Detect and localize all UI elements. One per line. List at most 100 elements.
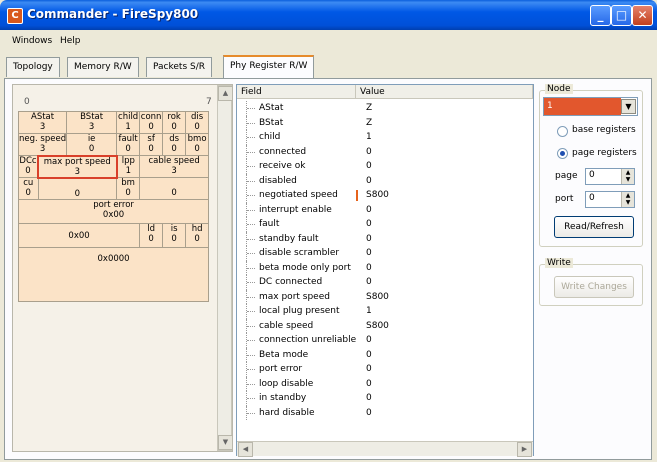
field-value[interactable]: 0 (366, 348, 372, 363)
list-item[interactable]: disabled 0 (237, 173, 533, 189)
field-value[interactable]: 0 (366, 246, 372, 261)
menu-windows[interactable]: Windows (12, 36, 52, 46)
cell-bstat[interactable]: BStat 3 (66, 111, 118, 134)
scroll-down-icon[interactable]: ▼ (218, 435, 233, 450)
field-value[interactable]: 0 (366, 217, 372, 232)
cell-blank1[interactable]: 0 (37, 177, 118, 200)
list-item[interactable]: local plug present 1 (237, 304, 533, 319)
tab-topology[interactable]: Topology (6, 57, 60, 77)
column-header-field[interactable]: Field (237, 85, 356, 99)
list-item[interactable]: cable speed S800 (237, 318, 533, 334)
cell-hd[interactable]: hd 0 (185, 223, 210, 248)
list-item[interactable]: AStat Z (237, 101, 533, 116)
chevron-down-icon[interactable]: ▼ (621, 99, 636, 114)
radio-base-registers[interactable] (557, 126, 568, 137)
node-select-value[interactable]: 1 (544, 98, 621, 115)
field-value[interactable]: Z (366, 116, 372, 131)
cell-max-port-speed[interactable]: max port speed 3 (37, 154, 118, 179)
spinner-arrows-icon[interactable]: ▲ ▼ (621, 169, 634, 184)
list-item[interactable]: in standby 0 (237, 391, 533, 406)
list-item[interactable]: DC connected 0 (237, 275, 533, 290)
tab-memory-rw[interactable]: Memory R/W (67, 57, 139, 77)
field-value[interactable]: 1 (366, 304, 372, 319)
list-item[interactable]: negotiated speed S800 (237, 188, 533, 203)
field-value[interactable]: S800 (366, 188, 389, 203)
list-item[interactable]: child 1 (237, 130, 533, 145)
field-value[interactable]: Z (366, 101, 372, 116)
cell-sf[interactable]: sf 0 (139, 133, 164, 156)
list-item[interactable]: beta mode only port 0 (237, 260, 533, 276)
cell-ld[interactable]: ld 0 (139, 223, 164, 248)
field-value[interactable]: 0 (366, 275, 372, 290)
column-header-value[interactable]: Value (356, 85, 533, 99)
minimize-button[interactable]: _ (590, 5, 611, 26)
field-value[interactable]: 0 (366, 377, 372, 392)
node-select[interactable]: 1 ▼ (543, 97, 638, 116)
field-value[interactable]: 0 (366, 174, 372, 189)
list-item[interactable]: port error 0 (237, 362, 533, 377)
spinner-arrows-icon[interactable]: ▲ ▼ (621, 192, 634, 207)
cell-ie[interactable]: ie 0 (66, 133, 118, 156)
field-value[interactable]: S800 (366, 290, 389, 305)
tab-phy-register-rw[interactable]: Phy Register R/W (223, 55, 315, 78)
cell-word[interactable]: 0x0000 (17, 247, 210, 302)
cell-dis[interactable]: dis 0 (185, 111, 210, 134)
tab-packets-sr[interactable]: Packets S/R (146, 57, 212, 77)
port-value[interactable]: 0 (589, 193, 595, 203)
cell-blank3[interactable]: 0x00 (17, 223, 141, 248)
field-value[interactable]: 0 (366, 145, 372, 160)
cell-cu[interactable]: cu 0 (18, 177, 39, 200)
radio-page-registers[interactable] (557, 148, 568, 159)
register-grid-scrollbar[interactable]: ▲ ▼ (217, 85, 233, 451)
close-button[interactable]: ✕ (632, 5, 653, 26)
cell-lpp[interactable]: lpp 1 (116, 155, 141, 178)
field-value[interactable]: 0 (366, 362, 372, 377)
cell-rok[interactable]: rok 0 (162, 111, 187, 134)
cell-child[interactable]: child 1 (116, 111, 141, 134)
page-stepper[interactable]: 0 ▲ ▼ (585, 168, 635, 185)
field-value[interactable]: 0 (366, 391, 372, 406)
cell-fault[interactable]: fault 0 (116, 133, 141, 156)
cell-astat[interactable]: AStat 3 (17, 111, 68, 134)
cell-blank2[interactable]: 0 (139, 177, 210, 200)
maximize-button[interactable]: □ (611, 5, 632, 26)
scroll-right-icon[interactable]: ▶ (517, 442, 532, 457)
cell-dcc[interactable]: DCc 0 (18, 155, 39, 178)
list-item[interactable]: max port speed S800 (237, 289, 533, 305)
field-value[interactable]: 0 (366, 406, 372, 421)
list-item[interactable]: standby fault 0 (237, 231, 533, 247)
field-value[interactable]: 0 (366, 333, 372, 348)
list-item[interactable]: loop disable 0 (237, 376, 533, 392)
list-item[interactable]: connection unreliable 0 (237, 333, 533, 348)
cell-conn[interactable]: conn 0 (139, 111, 164, 134)
horizontal-scrollbar[interactable]: ◀ ▶ (237, 441, 533, 457)
cell-port-error[interactable]: port error 0x00 (17, 199, 210, 224)
list-item[interactable]: hard disable 0 (237, 405, 533, 421)
read-refresh-button[interactable]: Read/Refresh (554, 216, 634, 238)
cell-bmo[interactable]: bmo 0 (185, 133, 210, 156)
field-value[interactable]: 1 (366, 130, 372, 145)
menu-help[interactable]: Help (60, 36, 81, 46)
list-item[interactable]: fault 0 (237, 217, 533, 232)
cell-is[interactable]: is 0 (162, 223, 187, 248)
list-item[interactable]: Beta mode 0 (237, 347, 533, 363)
scroll-left-icon[interactable]: ◀ (238, 442, 253, 457)
field-value[interactable]: 0 (366, 232, 372, 247)
list-item[interactable]: connected 0 (237, 144, 533, 160)
list-item[interactable]: receive ok 0 (237, 159, 533, 174)
list-item[interactable]: BStat Z (237, 115, 533, 131)
list-item[interactable]: interrupt enable 0 (237, 202, 533, 218)
field-value[interactable]: 0 (366, 159, 372, 174)
list-item[interactable]: disable scrambler 0 (237, 246, 533, 261)
title-bar[interactable]: C Commander - FireSpy800 _ □ ✕ (0, 0, 657, 30)
scroll-up-icon[interactable]: ▲ (218, 86, 233, 101)
field-value[interactable]: 0 (366, 203, 372, 218)
cell-cable-speed[interactable]: cable speed 3 (139, 155, 210, 178)
cell-neg-speed[interactable]: neg. speed 3 (17, 133, 68, 156)
field-value[interactable]: 0 (366, 261, 372, 276)
cell-ds[interactable]: ds 0 (162, 133, 187, 156)
page-value[interactable]: 0 (589, 170, 595, 180)
field-value[interactable]: S800 (366, 319, 389, 334)
cell-bm[interactable]: bm 0 (116, 177, 141, 200)
write-changes-button[interactable]: Write Changes (554, 276, 634, 298)
